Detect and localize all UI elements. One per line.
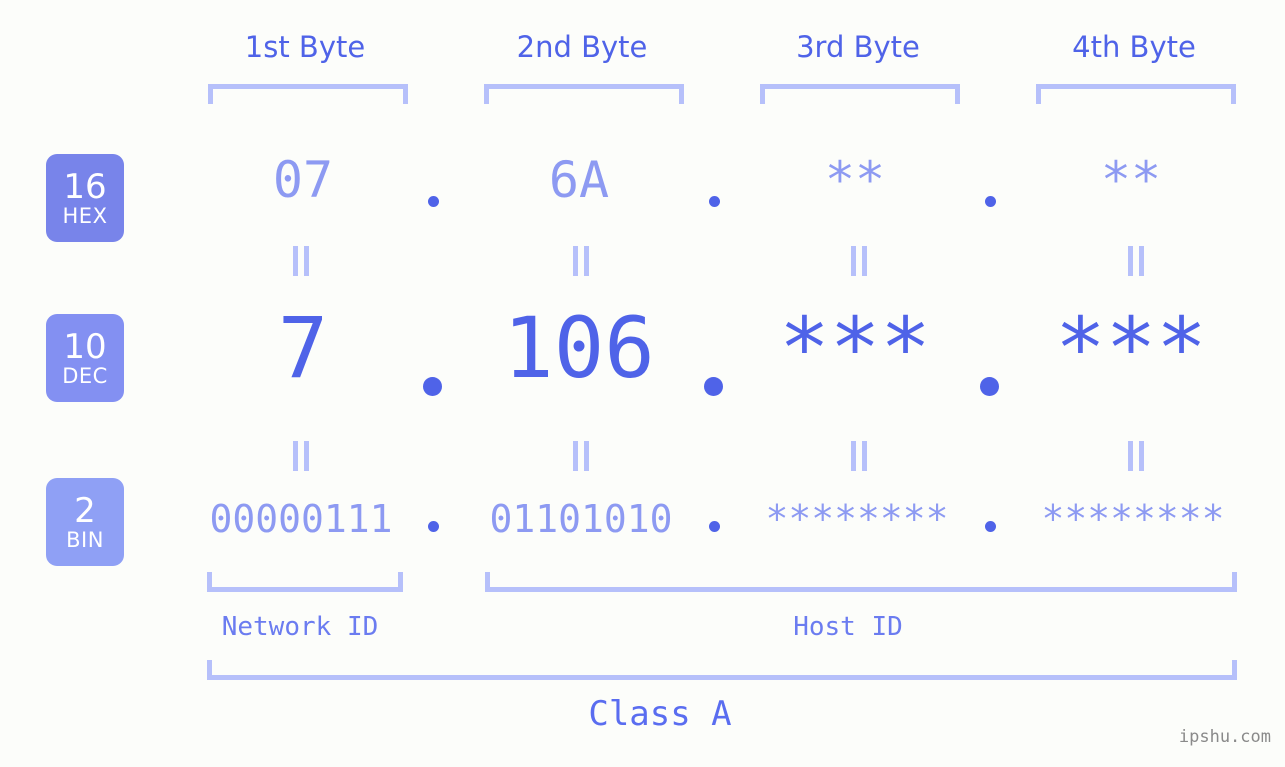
byte-header-3: 3rd Byte xyxy=(796,30,920,64)
bin-separator-dot-1 xyxy=(428,521,439,532)
bin-byte-3: ******** xyxy=(765,497,949,541)
host-id-label: Host ID xyxy=(793,612,903,642)
equals-mark-dec-bin-1 xyxy=(291,441,311,471)
byte-bracket-2 xyxy=(484,84,684,104)
base-badge-bin: 2 BIN xyxy=(46,478,124,566)
hex-separator-dot-3 xyxy=(985,196,996,207)
byte-header-1: 1st Byte xyxy=(244,30,366,64)
equals-mark-hex-dec-1 xyxy=(291,246,311,276)
bin-byte-4: ******** xyxy=(1041,497,1225,541)
base-badge-bin-name: BIN xyxy=(66,528,104,552)
equals-mark-hex-dec-3 xyxy=(849,246,869,276)
class-label: Class A xyxy=(588,694,732,734)
base-badge-hex-name: HEX xyxy=(62,204,108,228)
byte-bracket-4 xyxy=(1036,84,1236,104)
base-badge-hex-number: 16 xyxy=(63,167,107,207)
bin-separator-dot-3 xyxy=(985,521,996,532)
equals-mark-hex-dec-2 xyxy=(571,246,591,276)
bin-byte-2: 01101010 xyxy=(489,497,673,541)
hex-separator-dot-2 xyxy=(709,196,720,207)
byte-header-4: 4th Byte xyxy=(1072,30,1196,64)
dec-separator-dot-2 xyxy=(704,377,723,396)
base-badge-hex: 16 HEX xyxy=(46,154,124,242)
dec-byte-2: 106 xyxy=(503,299,655,397)
bin-separator-dot-2 xyxy=(709,521,720,532)
base-badge-dec: 10 DEC xyxy=(46,314,124,402)
equals-mark-dec-bin-4 xyxy=(1126,441,1146,471)
hex-separator-dot-1 xyxy=(428,196,439,207)
hex-byte-4: ** xyxy=(1100,151,1162,209)
base-badge-dec-number: 10 xyxy=(63,327,107,367)
dec-byte-3: *** xyxy=(779,299,931,397)
hex-byte-1: 07 xyxy=(272,151,334,209)
host-id-bracket xyxy=(485,572,1237,592)
network-id-bracket xyxy=(207,572,403,592)
equals-mark-hex-dec-4 xyxy=(1126,246,1146,276)
class-bracket xyxy=(207,660,1237,680)
byte-header-2: 2nd Byte xyxy=(516,30,648,64)
equals-mark-dec-bin-2 xyxy=(571,441,591,471)
dec-byte-4: *** xyxy=(1055,299,1207,397)
dec-separator-dot-1 xyxy=(423,377,442,396)
base-badge-dec-name: DEC xyxy=(62,364,108,388)
hex-byte-2: 6A xyxy=(548,151,610,209)
base-badge-bin-number: 2 xyxy=(74,491,96,531)
byte-bracket-1 xyxy=(208,84,408,104)
network-id-label: Network ID xyxy=(221,612,379,642)
byte-bracket-3 xyxy=(760,84,960,104)
bin-byte-1: 00000111 xyxy=(209,497,393,541)
dec-byte-1: 7 xyxy=(277,299,329,397)
hex-byte-3: ** xyxy=(824,151,886,209)
equals-mark-dec-bin-3 xyxy=(849,441,869,471)
watermark: ipshu.com xyxy=(1178,727,1271,747)
dec-separator-dot-3 xyxy=(980,377,999,396)
ip-address-diagram: 1st Byte 2nd Byte 3rd Byte 4th Byte 16 H… xyxy=(0,0,1285,767)
